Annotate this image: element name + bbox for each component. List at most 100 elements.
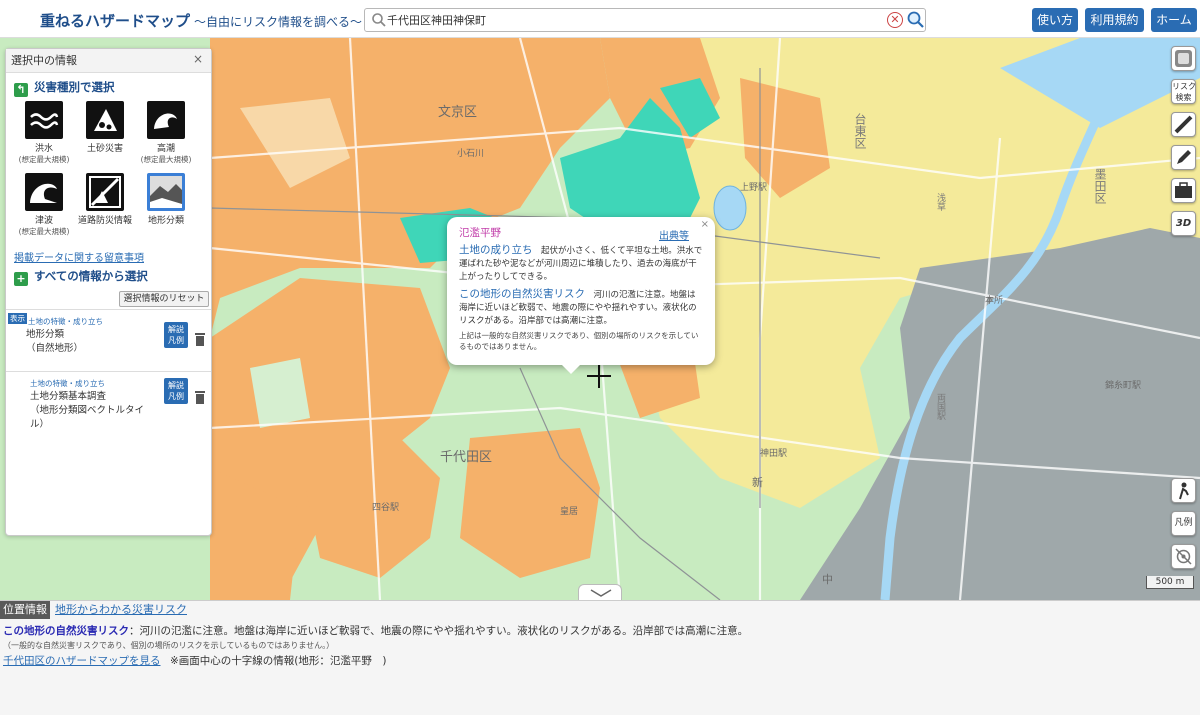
hazard-landform[interactable]: 地形分類	[134, 173, 198, 226]
trash-icon[interactable]	[194, 332, 206, 346]
center-crosshair-info: ※画面中心の十字線の情報(地形：氾濫平野 )	[170, 655, 387, 667]
hazard-tsunami-label: 津波	[34, 216, 53, 226]
tab-location-info[interactable]: 位置情報	[0, 601, 50, 619]
map-label-kokyo: 皇居	[560, 505, 578, 517]
layer-item-land-survey[interactable]: 土地の特徴・成り立ち 土地分類基本調査 （地形分類図ベクトルタイ ル） 解説 凡…	[6, 371, 211, 433]
layers-icon	[1175, 50, 1192, 67]
map-label-taito: 台東区	[853, 112, 867, 149]
ruler-icon	[1174, 115, 1193, 134]
draw-button[interactable]	[1171, 145, 1196, 170]
landform-popup: 氾濫平野 出典等 × 土地の成り立ち 起伏が小さく、低くて平坦な土地。洪水で運ば…	[447, 217, 715, 374]
info-side-panel: 選択中の情報 × ↰ 災害種別で選択 洪水 (想定最大規模) 土砂災害 高潮 (想…	[5, 48, 212, 536]
landform-icon	[147, 173, 185, 211]
arrow-icon: ↰	[14, 83, 28, 97]
hazard-road[interactable]: 道路防災情報	[73, 173, 137, 226]
popup-close-button[interactable]: ×	[701, 219, 709, 230]
popup-risk-label: この地形の自然災害リスク	[459, 288, 585, 300]
explain-legend-button[interactable]: 解説 凡例	[164, 322, 188, 348]
hazard-tsunami-sub: (想定最大規模)	[18, 227, 70, 236]
search-button[interactable]	[906, 10, 925, 30]
all-info-title-text: すべての情報から選択	[34, 269, 148, 283]
popup-risk: この地形の自然災害リスク 河川の氾濫に注意。地盤は海岸に近いほど軟弱で、地震の際…	[459, 288, 703, 328]
toolbox-icon	[1175, 182, 1192, 198]
hazard-landform-label: 地形分類	[147, 216, 184, 226]
search-box: ✕	[364, 8, 926, 32]
hazard-landslide[interactable]: 土砂災害	[73, 101, 137, 154]
bottom-info-panel: 位置情報 地形からわかる災害リスク この地形の自然災害リスク：河川の氾濫に注意。…	[0, 600, 1200, 715]
trash-icon[interactable]	[194, 390, 206, 404]
reset-selection-button[interactable]: 選択情報のリセット	[119, 291, 209, 307]
map-label-ryogoku: 両国駅	[935, 393, 946, 421]
popup-disclaimer: 上記は一般的な自然災害リスクであり、個別の場所のリスクを示しているものではありま…	[459, 331, 699, 351]
map-label-kinshicho: 錦糸町駅	[1105, 379, 1141, 391]
layer-name: 土地分類基本調査 （地形分類図ベクトルタイ ル）	[30, 391, 145, 430]
app-header: 重ねるハザードマップ～自由にリスク情報を調べる～ ✕ 使い方 利用規約 ホーム	[0, 0, 1200, 38]
search-input[interactable]	[387, 11, 877, 29]
hazard-storm-surge[interactable]: 高潮 (想定最大規模)	[134, 101, 198, 165]
map-label-naka: 中	[822, 573, 833, 586]
hazard-tsunami[interactable]: 津波 (想定最大規模)	[12, 173, 76, 237]
storm-surge-icon	[147, 101, 185, 139]
map-label-yotsuya: 四谷駅	[372, 502, 399, 513]
layers-button[interactable]	[1171, 46, 1196, 71]
popup-origin-label: 土地の成り立ち	[459, 244, 533, 256]
hazard-flood[interactable]: 洪水 (想定最大規模)	[12, 101, 76, 165]
chiyoda-hazard-map-link[interactable]: 千代田区のハザードマップを見る	[3, 653, 161, 668]
pencil-icon	[1177, 150, 1191, 164]
terms-button[interactable]: 利用規約	[1085, 8, 1144, 32]
risk-summary: この地形の自然災害リスク：河川の氾濫に注意。地盤は海岸に近いほど軟弱で、地震の際…	[3, 623, 748, 638]
flood-icon	[25, 101, 63, 139]
map-label-bunkyo: 文京区	[438, 105, 477, 120]
clear-search-button[interactable]: ✕	[887, 12, 903, 28]
person-icon	[1179, 482, 1189, 500]
tsunami-icon	[25, 173, 63, 211]
layer-name: 地形分類 （自然地形）	[26, 329, 84, 354]
collapse-handle[interactable]	[578, 584, 622, 600]
map-label-asakusa: 浅草	[935, 192, 946, 212]
map-label-shin: 新	[752, 475, 763, 489]
scale-bar: 500 m	[1146, 576, 1194, 589]
hazard-storm-surge-label: 高潮	[156, 144, 175, 154]
3d-button[interactable]: 3D	[1171, 211, 1196, 236]
plus-icon: +	[14, 272, 28, 286]
side-panel-close-button[interactable]: ×	[193, 52, 203, 66]
map-label-ueno: 上野駅	[740, 182, 767, 193]
map-label-chiyoda: 千代田区	[440, 450, 492, 465]
risk-search-button[interactable]: リスク 検索	[1171, 79, 1196, 104]
layer-item-landform[interactable]: 表示 土地の特徴・成り立ち 地形分類 （自然地形） 解説 凡例	[6, 309, 211, 371]
hazard-road-label: 道路防災情報	[77, 216, 132, 226]
usage-button[interactable]: 使い方	[1032, 8, 1078, 32]
by-type-title-text: 災害種別で選択	[34, 80, 115, 94]
hazard-flood-sub: (想定最大規模)	[18, 155, 70, 164]
hazard-flood-label: 洪水	[34, 144, 53, 154]
gps-button[interactable]	[1171, 544, 1196, 569]
popup-origin: 土地の成り立ち 起伏が小さく、低くて平坦な土地。洪水で運ばれた砂や泥などが河川周…	[459, 244, 703, 284]
legend-button[interactable]: 凡例	[1171, 511, 1196, 536]
explain-legend-button[interactable]: 解説 凡例	[164, 378, 188, 404]
map-label-sumida: 墨田区	[1093, 168, 1107, 204]
gps-icon	[1175, 548, 1192, 565]
app-title[interactable]: 重ねるハザードマップ ～自由にリスク情報を調べる～	[40, 10, 362, 31]
by-type-section-title[interactable]: ↰ 災害種別で選択	[14, 79, 115, 97]
app-title-text: 重ねるハザードマップ	[40, 12, 191, 30]
map-label-koishikawa: 小石川	[457, 148, 484, 159]
street-view-button[interactable]	[1171, 478, 1196, 503]
side-panel-title: 選択中の情報	[6, 49, 211, 73]
map-label-honjo: 本所	[985, 294, 1003, 306]
landslide-icon	[86, 101, 124, 139]
tools-button[interactable]	[1171, 178, 1196, 203]
source-link[interactable]: 出典等	[659, 227, 689, 242]
all-info-section-title[interactable]: + すべての情報から選択	[14, 268, 148, 286]
visible-badge: 表示	[8, 313, 27, 324]
risk-summary-label: この地形の自然災害リスク	[3, 625, 129, 637]
tab-landform-risk[interactable]: 地形からわかる災害リスク	[52, 601, 190, 619]
road-hazard-icon	[86, 173, 124, 211]
measure-button[interactable]	[1171, 112, 1196, 137]
home-button[interactable]: ホーム	[1151, 8, 1197, 32]
app-subtitle: ～自由にリスク情報を調べる～	[194, 15, 363, 29]
layer-category: 土地の特徴・成り立ち	[30, 379, 105, 388]
hazard-landslide-label: 土砂災害	[86, 144, 123, 154]
risk-summary-text: ：河川の氾濫に注意。地盤は海岸に近いほど軟弱で、地震の際にやや揺れやすい。液状化…	[129, 625, 749, 637]
layer-category: 土地の特徴・成り立ち	[28, 317, 103, 326]
data-notes-link[interactable]: 掲載データに関する留意事項	[14, 249, 144, 264]
